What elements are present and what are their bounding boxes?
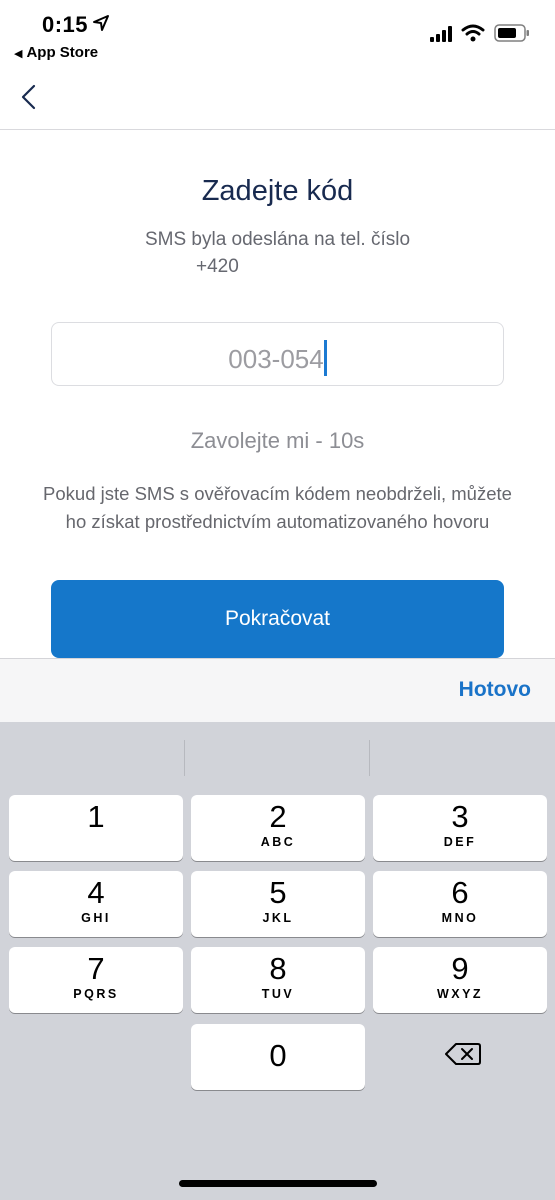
nav-divider	[0, 129, 555, 130]
call-me-link[interactable]: Zavolejte mi - 10s	[0, 428, 555, 454]
suggestion-divider	[184, 740, 185, 776]
key-digit: 0	[269, 1038, 287, 1073]
key-digit: 4	[87, 875, 105, 910]
back-triangle-icon: ◀	[14, 48, 23, 60]
key-0[interactable]: 0	[191, 1024, 365, 1090]
key-letters: ABC	[260, 835, 296, 849]
back-app-label: App Store	[26, 44, 99, 61]
cellular-signal-icon	[430, 26, 452, 42]
key-1[interactable]: 1	[9, 795, 183, 861]
code-value-wrap: 003-054	[52, 340, 503, 376]
key-digit: 7	[87, 951, 105, 986]
location-arrow-icon	[93, 15, 109, 31]
key-7[interactable]: 7 PQRS	[9, 947, 183, 1013]
phone-number: +420	[196, 256, 239, 277]
status-bar: 0:15 ◀ App Store	[0, 0, 555, 70]
code-value: 003-054	[228, 344, 324, 374]
key-9[interactable]: 9 WXYZ	[373, 947, 547, 1013]
key-letters: WXYZ	[436, 987, 484, 1001]
key-2[interactable]: 2 ABC	[191, 795, 365, 861]
key-letters: JKL	[262, 911, 294, 925]
done-button[interactable]: Hotovo	[459, 678, 531, 702]
key-6[interactable]: 6 MNO	[373, 871, 547, 937]
key-letters: GHI	[81, 911, 111, 925]
key-letters: TUV	[261, 987, 295, 1001]
battery-icon	[494, 24, 529, 42]
back-to-app-store[interactable]: ◀ App Store	[14, 44, 98, 61]
text-caret	[323, 340, 327, 376]
key-digit: 3	[451, 799, 469, 834]
key-digit: 5	[269, 875, 287, 910]
sms-sent-subtitle: SMS byla odeslána na tel. číslo	[144, 229, 411, 250]
home-indicator[interactable]	[179, 1180, 377, 1187]
key-letters: MNO	[441, 911, 479, 925]
key-5[interactable]: 5 JKL	[191, 871, 365, 937]
key-letters: PQRS	[73, 987, 119, 1001]
key-letters: DEF	[443, 835, 477, 849]
key-digit: 2	[269, 799, 287, 834]
key-digit: 1	[87, 799, 105, 834]
page-title: Zadejte kód	[201, 175, 354, 207]
key-4[interactable]: 4 GHI	[9, 871, 183, 937]
key-3[interactable]: 3 DEF	[373, 795, 547, 861]
key-digit: 6	[451, 875, 469, 910]
status-time: 0:15	[42, 12, 89, 37]
key-8[interactable]: 8 TUV	[191, 947, 365, 1013]
continue-button[interactable]: Pokračovat	[51, 580, 504, 658]
keyboard-accessory-bar: Hotovo	[0, 658, 555, 722]
wifi-icon	[461, 24, 485, 42]
chevron-left-icon[interactable]	[18, 84, 40, 110]
suggestion-divider	[369, 740, 370, 776]
key-digit: 8	[269, 951, 287, 986]
key-digit: 9	[451, 951, 469, 986]
backspace-icon[interactable]	[445, 1042, 481, 1066]
info-text: Pokud jste SMS s ověřovacím kódem neobdr…	[43, 483, 512, 532]
numeric-keyboard: 1 2 ABC 3 DEF 4 GHI 5 JKL 6 MNO 7 PQRS 8…	[0, 722, 555, 1200]
code-input[interactable]: 003-054	[51, 322, 504, 386]
